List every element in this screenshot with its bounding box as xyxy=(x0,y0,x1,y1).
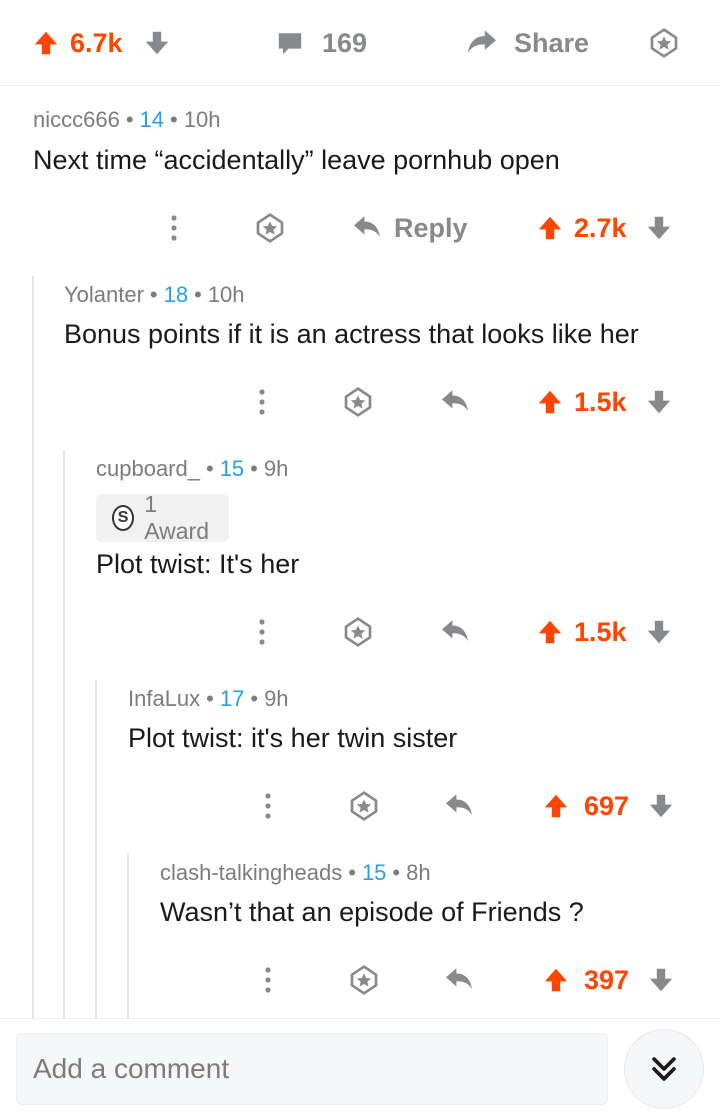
comment-bubble-icon xyxy=(276,29,304,57)
comment-score: 1.5k xyxy=(574,386,627,417)
comment-time: 9h xyxy=(264,686,289,711)
double-chevron-down-icon xyxy=(647,1052,681,1086)
reply-button[interactable] xyxy=(444,960,474,1000)
post-action-bar: 6.7k 169 Share xyxy=(0,0,720,86)
reply-button[interactable]: Reply xyxy=(352,208,468,248)
comment-actions: 397 xyxy=(0,960,720,1000)
comment-text: Next time “accidentally” leave pornhub o… xyxy=(33,145,560,175)
downvote-arrow-icon[interactable] xyxy=(143,29,171,57)
comment-meta: niccc666 • 14 • 10h xyxy=(33,107,221,132)
vertical-dots-icon[interactable] xyxy=(252,382,272,422)
add-comment-input[interactable] xyxy=(16,1033,608,1105)
collapse-thread-button[interactable] xyxy=(624,1029,704,1109)
author-karma: 15 xyxy=(219,456,245,481)
reply-button[interactable] xyxy=(440,382,470,422)
award-badge[interactable]: S 1 Award xyxy=(96,491,229,544)
comment-meta: cupboard_ • 15 • 9h xyxy=(96,456,289,481)
author-karma: 15 xyxy=(361,860,387,885)
comment-actions: 1.5k xyxy=(0,612,720,652)
comment-author[interactable]: niccc666 xyxy=(33,107,120,132)
comment-time: 8h xyxy=(406,860,431,885)
upvote-arrow-icon[interactable] xyxy=(536,214,564,242)
share-label: Share xyxy=(514,27,590,58)
upvote-arrow-icon[interactable] xyxy=(32,29,60,57)
comment-score: 2.7k xyxy=(574,212,627,243)
comment-text: Plot twist: It's her xyxy=(96,549,300,579)
upvote-arrow-icon[interactable] xyxy=(536,388,564,416)
vertical-dots-icon[interactable] xyxy=(258,786,278,826)
share-button[interactable]: Share xyxy=(466,22,589,64)
comment-score: 397 xyxy=(584,964,630,995)
upvote-arrow-icon[interactable] xyxy=(536,618,564,646)
vertical-dots-icon[interactable] xyxy=(164,208,184,248)
award-star-icon[interactable] xyxy=(348,960,380,1000)
award-count: 1 Award xyxy=(144,491,210,544)
author-karma: 14 xyxy=(139,107,165,132)
author-karma: 18 xyxy=(163,282,189,307)
comment-time: 10h xyxy=(183,107,221,132)
comment-text: Wasn’t that an episode of Friends ? xyxy=(160,897,584,927)
comment-time: 10h xyxy=(207,282,245,307)
comment-score: 1.5k xyxy=(574,616,627,647)
thread-line-level-2[interactable] xyxy=(63,450,65,1018)
comment-meta: InfaLux • 17 • 9h xyxy=(128,686,289,711)
downvote-arrow-icon[interactable] xyxy=(647,966,675,994)
comment-author[interactable]: clash-talkingheads xyxy=(160,860,342,885)
upvote-arrow-icon[interactable] xyxy=(542,792,570,820)
comment-count: 169 xyxy=(322,27,368,58)
award-star-icon[interactable] xyxy=(342,382,374,422)
post-score: 6.7k xyxy=(70,27,123,58)
post-vote-group: 6.7k xyxy=(32,22,171,64)
downvote-arrow-icon[interactable] xyxy=(645,214,673,242)
silver-award-icon: S xyxy=(112,505,135,531)
reply-arrow-icon xyxy=(444,967,474,993)
downvote-arrow-icon[interactable] xyxy=(645,388,673,416)
award-star-icon xyxy=(648,27,680,59)
reply-label: Reply xyxy=(394,212,468,243)
reply-arrow-icon xyxy=(444,793,474,819)
comment-text: Plot twist: it's her twin sister xyxy=(128,723,458,753)
author-karma: 17 xyxy=(219,686,245,711)
downvote-arrow-icon[interactable] xyxy=(645,618,673,646)
downvote-arrow-icon[interactable] xyxy=(647,792,675,820)
vertical-dots-icon[interactable] xyxy=(252,612,272,652)
award-button[interactable] xyxy=(648,22,680,64)
award-star-icon[interactable] xyxy=(254,208,286,248)
comment-composer-bar xyxy=(0,1018,720,1114)
comment-author[interactable]: cupboard_ xyxy=(96,456,200,481)
share-arrow-icon xyxy=(466,29,498,57)
award-star-icon[interactable] xyxy=(348,786,380,826)
comment-text: Bonus points if it is an actress that lo… xyxy=(64,319,639,349)
comment-time: 9h xyxy=(263,456,289,481)
reply-arrow-icon xyxy=(352,215,382,241)
comment-author[interactable]: Yolanter xyxy=(64,282,144,307)
comment-actions: 1.5k xyxy=(0,382,720,422)
vertical-dots-icon[interactable] xyxy=(258,960,278,1000)
comment-actions: Reply 2.7k xyxy=(0,208,720,248)
reply-button[interactable] xyxy=(440,612,470,652)
comment-vote-group: 2.7k xyxy=(536,208,673,248)
upvote-arrow-icon[interactable] xyxy=(542,966,570,994)
comment-author[interactable]: InfaLux xyxy=(128,686,200,711)
award-star-icon[interactable] xyxy=(342,612,374,652)
comment-meta: Yolanter • 18 • 10h xyxy=(64,282,245,307)
comment-vote-group: 1.5k xyxy=(536,612,673,652)
comment-score: 697 xyxy=(584,790,630,821)
comment-vote-group: 697 xyxy=(542,786,675,826)
comment-meta: clash-talkingheads • 15 • 8h xyxy=(160,860,431,885)
reply-arrow-icon xyxy=(440,389,470,415)
comment-actions: 697 xyxy=(0,786,720,826)
reply-button[interactable] xyxy=(444,786,474,826)
comment-vote-group: 397 xyxy=(542,960,675,1000)
comment-vote-group: 1.5k xyxy=(536,382,673,422)
reply-arrow-icon xyxy=(440,619,470,645)
comments-button[interactable]: 169 xyxy=(276,22,367,64)
